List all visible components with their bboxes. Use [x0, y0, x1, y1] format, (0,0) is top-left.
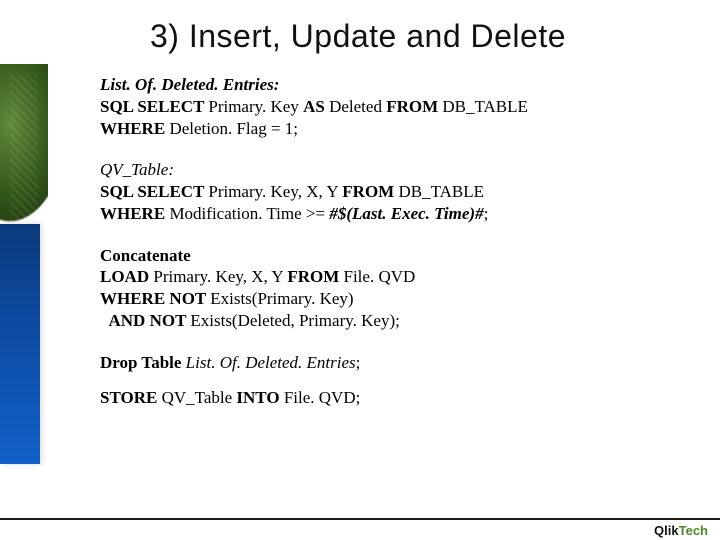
kw: AND NOT	[100, 311, 190, 330]
code-line: SQL SELECT Primary. Key AS Deleted FROM …	[100, 96, 660, 118]
kw: INTO	[236, 388, 283, 407]
code-line: Concatenate	[100, 245, 660, 267]
kw: FROM	[287, 267, 343, 286]
txt: DB_TABLE	[398, 182, 484, 201]
code-line: SQL SELECT Primary. Key, X, Y FROM DB_TA…	[100, 181, 660, 203]
txt: Exists(Deleted, Primary. Key);	[190, 311, 399, 330]
side-art	[0, 64, 48, 464]
footer-bar: QlikTech	[0, 518, 720, 540]
logo-qlik: Qlik	[654, 523, 679, 538]
kw: WHERE	[100, 119, 169, 138]
ident: List. Of. Deleted. Entries	[186, 353, 356, 372]
code-block-3: Concatenate LOAD Primary. Key, X, Y FROM…	[100, 245, 660, 332]
txt: ;	[356, 353, 361, 372]
code-line: WHERE NOT Exists(Primary. Key)	[100, 288, 660, 310]
code-line: WHERE Deletion. Flag = 1;	[100, 118, 660, 140]
kw: Concatenate	[100, 246, 191, 265]
slide-title: 3) Insert, Update and Delete	[150, 18, 566, 55]
kw: WHERE NOT	[100, 289, 210, 308]
txt: Deleted	[329, 97, 386, 116]
qliktech-logo: QlikTech	[654, 523, 708, 538]
kw: LOAD	[100, 267, 153, 286]
kw: AS	[303, 97, 329, 116]
label-text: List. Of. Deleted. Entries:	[100, 75, 279, 94]
kw: STORE	[100, 388, 162, 407]
txt: Exists(Primary. Key)	[210, 289, 353, 308]
txt: Primary. Key, X, Y	[208, 182, 342, 201]
txt: File. QVD;	[284, 388, 361, 407]
txt: ;	[484, 204, 489, 223]
code-line: WHERE Modification. Time >= #$(Last. Exe…	[100, 203, 660, 225]
code-block-2: QV_Table: SQL SELECT Primary. Key, X, Y …	[100, 159, 660, 224]
txt: DB_TABLE	[442, 97, 528, 116]
txt: File. QVD	[344, 267, 416, 286]
txt: Modification. Time >=	[169, 204, 329, 223]
txt: QV_Table	[162, 388, 237, 407]
code-line: AND NOT Exists(Deleted, Primary. Key);	[100, 310, 660, 332]
code-block-4: Drop Table List. Of. Deleted. Entries;	[100, 352, 660, 374]
kw: WHERE	[100, 204, 169, 223]
kw: SQL SELECT	[100, 182, 208, 201]
logo-tech: Tech	[679, 523, 708, 538]
kw: SQL SELECT	[100, 97, 208, 116]
slide: 3) Insert, Update and Delete List. Of. D…	[0, 0, 720, 540]
table-label: QV_Table:	[100, 159, 660, 181]
txt: Primary. Key, X, Y	[153, 267, 287, 286]
table-label: List. Of. Deleted. Entries:	[100, 74, 660, 96]
blue-panel	[0, 224, 40, 464]
txt: Deletion. Flag = 1;	[169, 119, 298, 138]
kw: FROM	[386, 97, 442, 116]
kw: Drop Table	[100, 353, 186, 372]
slide-body: List. Of. Deleted. Entries: SQL SELECT P…	[100, 74, 660, 423]
kw: FROM	[342, 182, 398, 201]
txt: Primary. Key	[208, 97, 303, 116]
label-text: QV_Table:	[100, 160, 174, 179]
code-line: LOAD Primary. Key, X, Y FROM File. QVD	[100, 266, 660, 288]
code-block-1: List. Of. Deleted. Entries: SQL SELECT P…	[100, 74, 660, 139]
param: #$(Last. Exec. Time)#	[329, 204, 483, 223]
code-block-5: STORE QV_Table INTO File. QVD;	[100, 387, 660, 409]
